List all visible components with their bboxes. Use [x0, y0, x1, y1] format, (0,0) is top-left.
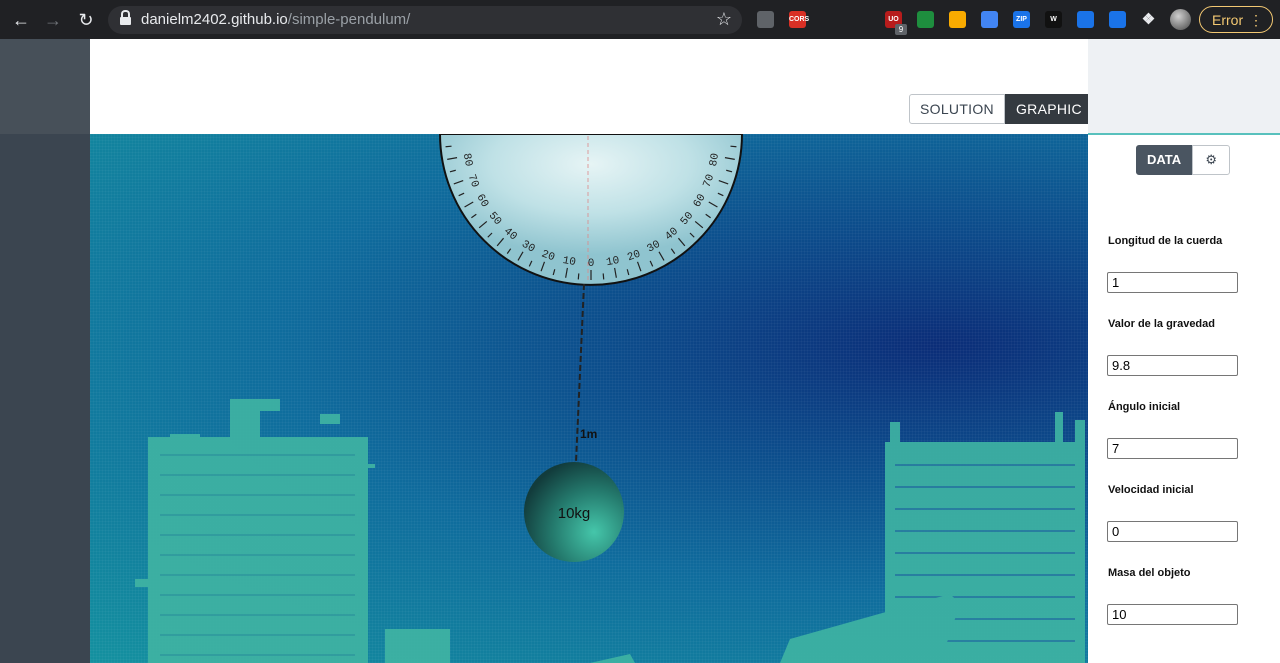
tab-graphic[interactable]: GRAPHIC — [1004, 94, 1093, 124]
protractor-tick — [445, 145, 452, 148]
bookmark-star-icon[interactable]: ☆ — [716, 9, 732, 30]
ghost-extension-icon[interactable] — [949, 11, 966, 28]
extensions-puzzle-icon[interactable]: ❖ — [1140, 11, 1157, 28]
browser-toolbar: ← → ↻ danielm2402.github.io/simple-pendu… — [0, 0, 1280, 39]
protractor-label: 10 — [605, 255, 620, 269]
protractor-tick — [577, 273, 580, 280]
vuejs-devtools-icon[interactable] — [757, 11, 774, 28]
mass-label: 10kg — [558, 505, 591, 522]
protractor-tick — [602, 273, 605, 280]
protractor-label: 10 — [562, 255, 577, 269]
label-object-mass: Masa del objeto — [1108, 567, 1191, 579]
view-tabs: SOLUTION GRAPHIC — [909, 94, 1093, 124]
length-label: 1m — [580, 427, 597, 441]
settings-gear-icon[interactable]: ⚙ — [1192, 145, 1231, 175]
circle-extension-icon[interactable] — [1077, 11, 1094, 28]
w-extension-icon[interactable]: W — [1045, 11, 1062, 28]
react-devtools-icon[interactable] — [821, 11, 838, 28]
label-string-length: Longitud de la cuerda — [1108, 235, 1223, 247]
left-building — [135, 399, 450, 663]
cors-extension-icon[interactable]: CORS — [789, 11, 809, 28]
protractor-label: 0 — [588, 258, 595, 270]
infinity-extension-icon[interactable] — [1109, 11, 1126, 28]
object-mass-input[interactable] — [1107, 604, 1238, 625]
initial-angle-input[interactable] — [1107, 438, 1238, 459]
protractor-label: 80 — [460, 152, 474, 167]
label-gravity: Valor de la gravedad — [1108, 318, 1215, 330]
forward-arrow-icon[interactable]: → — [42, 9, 64, 31]
error-profile-button[interactable]: Error ⋮ — [1199, 6, 1273, 33]
gravity-input[interactable] — [1107, 355, 1238, 376]
label-initial-velocity: Velocidad inicial — [1108, 484, 1194, 496]
target-extension-icon[interactable] — [853, 11, 870, 28]
panel-tabs: DATA ⚙ — [1136, 145, 1231, 175]
string-length-input[interactable] — [1107, 272, 1238, 293]
reload-icon[interactable]: ↻ — [75, 9, 97, 31]
url-text: danielm2402.github.io/simple-pendulum/ — [141, 11, 411, 28]
menu-dots-icon: ⋮ — [1249, 12, 1263, 28]
profile-avatar[interactable] — [1170, 9, 1191, 30]
address-bar[interactable]: danielm2402.github.io/simple-pendulum/ ☆ — [108, 6, 742, 34]
protractor-label: 80 — [708, 152, 722, 167]
right-building — [590, 412, 1085, 663]
extension-badge: 9 — [895, 24, 907, 35]
square-extension-icon[interactable] — [981, 11, 998, 28]
tab-solution[interactable]: SOLUTION — [909, 94, 1005, 124]
lock-icon — [120, 10, 131, 25]
zip-extension-icon[interactable]: ZIP — [1013, 11, 1030, 28]
left-gutter — [0, 39, 90, 663]
screenshot-extension-icon[interactable] — [917, 11, 934, 28]
data-panel: DATA ⚙ Longitud de la cuerda Valor de la… — [1088, 39, 1280, 663]
simulation-scene: 807060504030201001020304050607080 1m 10k… — [135, 134, 1085, 663]
initial-velocity-input[interactable] — [1107, 521, 1238, 542]
error-label: Error — [1212, 12, 1244, 28]
tab-data[interactable]: DATA — [1136, 145, 1193, 175]
label-initial-angle: Ángulo inicial — [1108, 401, 1181, 413]
back-arrow-icon[interactable]: ← — [10, 9, 32, 31]
pendulum-simulation: 80 70 60 50 40 30 20 10 0 10 20 30 40 50 60 70 80 1m 10k… — [90, 134, 1088, 663]
protractor-tick — [730, 145, 737, 148]
protractor: 807060504030201001020304050607080 — [438, 134, 744, 286]
